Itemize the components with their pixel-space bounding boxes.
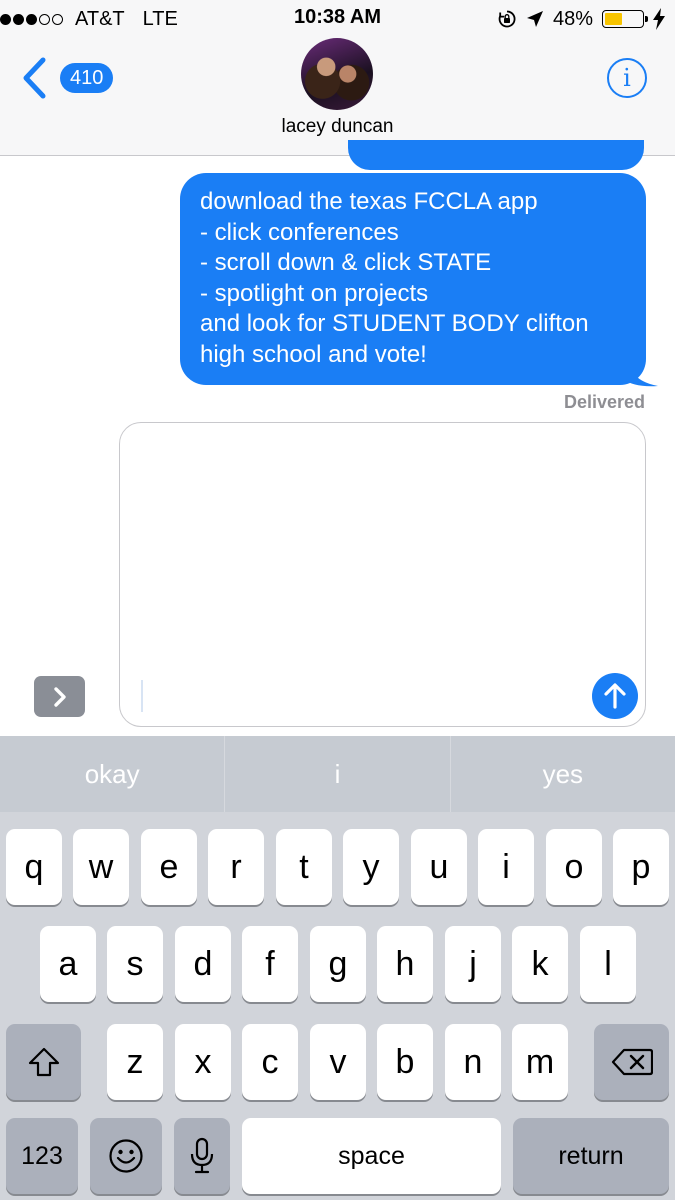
key-w[interactable]: w: [73, 829, 129, 905]
message-input[interactable]: [119, 422, 646, 727]
key-o[interactable]: o: [546, 829, 602, 905]
key-t[interactable]: t: [276, 829, 332, 905]
key-n[interactable]: n: [445, 1024, 501, 1100]
delete-key[interactable]: [594, 1024, 669, 1100]
previous-message-bubble[interactable]: [348, 140, 644, 170]
key-f[interactable]: f: [242, 926, 298, 1002]
numbers-key[interactable]: 123: [6, 1118, 78, 1194]
battery-percent: 48%: [552, 7, 593, 30]
sent-message-bubble[interactable]: download the texas FCCLA app - click con…: [180, 173, 646, 385]
message-line: - click conferences: [200, 218, 399, 246]
status-bar: AT&T LTE 10:38 AM 48%: [0, 0, 675, 38]
message-line: - spotlight on projects: [200, 279, 429, 307]
info-icon[interactable]: i: [607, 58, 647, 98]
status-right: 48%: [497, 6, 665, 32]
keyboard: okay i yes q w e r t y u i o p a s d f g…: [0, 736, 675, 1200]
key-e[interactable]: e: [141, 829, 197, 905]
message-line: high school and vote!: [200, 340, 427, 368]
key-y[interactable]: y: [343, 829, 399, 905]
key-k[interactable]: k: [512, 926, 568, 1002]
key-j[interactable]: j: [445, 926, 501, 1002]
predictive-bar: okay i yes: [0, 736, 675, 812]
charging-bolt-icon: [653, 8, 665, 30]
key-r[interactable]: r: [208, 829, 264, 905]
message-line: download the texas FCCLA app: [200, 188, 538, 215]
key-d[interactable]: d: [175, 926, 231, 1002]
delivery-status: Delivered: [563, 392, 645, 412]
space-key[interactable]: space: [242, 1118, 501, 1194]
key-i[interactable]: i: [478, 829, 534, 905]
orientation-lock-icon: [498, 10, 516, 28]
back-chevron-icon: [23, 57, 46, 99]
microphone-icon: [190, 1137, 214, 1174]
key-a[interactable]: a: [40, 926, 96, 1002]
send-arrow-icon: [604, 683, 626, 709]
emoji-icon: [109, 1139, 143, 1173]
shift-key[interactable]: [6, 1024, 81, 1100]
key-v[interactable]: v: [310, 1024, 366, 1100]
bubble-tail: [628, 356, 658, 387]
key-l[interactable]: l: [580, 926, 636, 1002]
conversation-header: 410 lacey duncan i: [0, 38, 675, 156]
expand-chevron-icon: [53, 686, 66, 707]
key-h[interactable]: h: [377, 926, 433, 1002]
prediction-suggestion[interactable]: yes: [451, 736, 675, 812]
key-z[interactable]: z: [107, 1024, 163, 1100]
expand-button[interactable]: [34, 676, 85, 717]
prediction-suggestion[interactable]: okay: [0, 736, 226, 812]
key-g[interactable]: g: [310, 926, 366, 1002]
key-u[interactable]: u: [411, 829, 467, 905]
delete-icon: [611, 1048, 653, 1076]
key-s[interactable]: s: [107, 926, 163, 1002]
contact-avatar[interactable]: [301, 38, 373, 110]
key-c[interactable]: c: [242, 1024, 298, 1100]
location-arrow-icon: [526, 11, 543, 27]
key-m[interactable]: m: [512, 1024, 568, 1100]
send-button[interactable]: [592, 673, 638, 719]
unread-count-badge: 410: [60, 63, 114, 93]
back-button[interactable]: 410: [18, 56, 114, 100]
key-p[interactable]: p: [613, 829, 669, 905]
message-line: - scroll down & click STATE: [200, 249, 492, 277]
key-x[interactable]: x: [175, 1024, 231, 1100]
return-key[interactable]: return: [513, 1118, 669, 1194]
battery-icon: [602, 10, 648, 28]
key-q[interactable]: q: [6, 829, 62, 905]
shift-icon: [28, 1047, 59, 1077]
contact-name[interactable]: lacey duncan: [0, 116, 675, 138]
prediction-suggestion[interactable]: i: [225, 736, 451, 812]
dictation-key[interactable]: [174, 1118, 230, 1194]
key-b[interactable]: b: [377, 1024, 433, 1100]
message-line: and look for STUDENT BODY clifton: [200, 310, 589, 338]
emoji-key[interactable]: [90, 1118, 162, 1194]
